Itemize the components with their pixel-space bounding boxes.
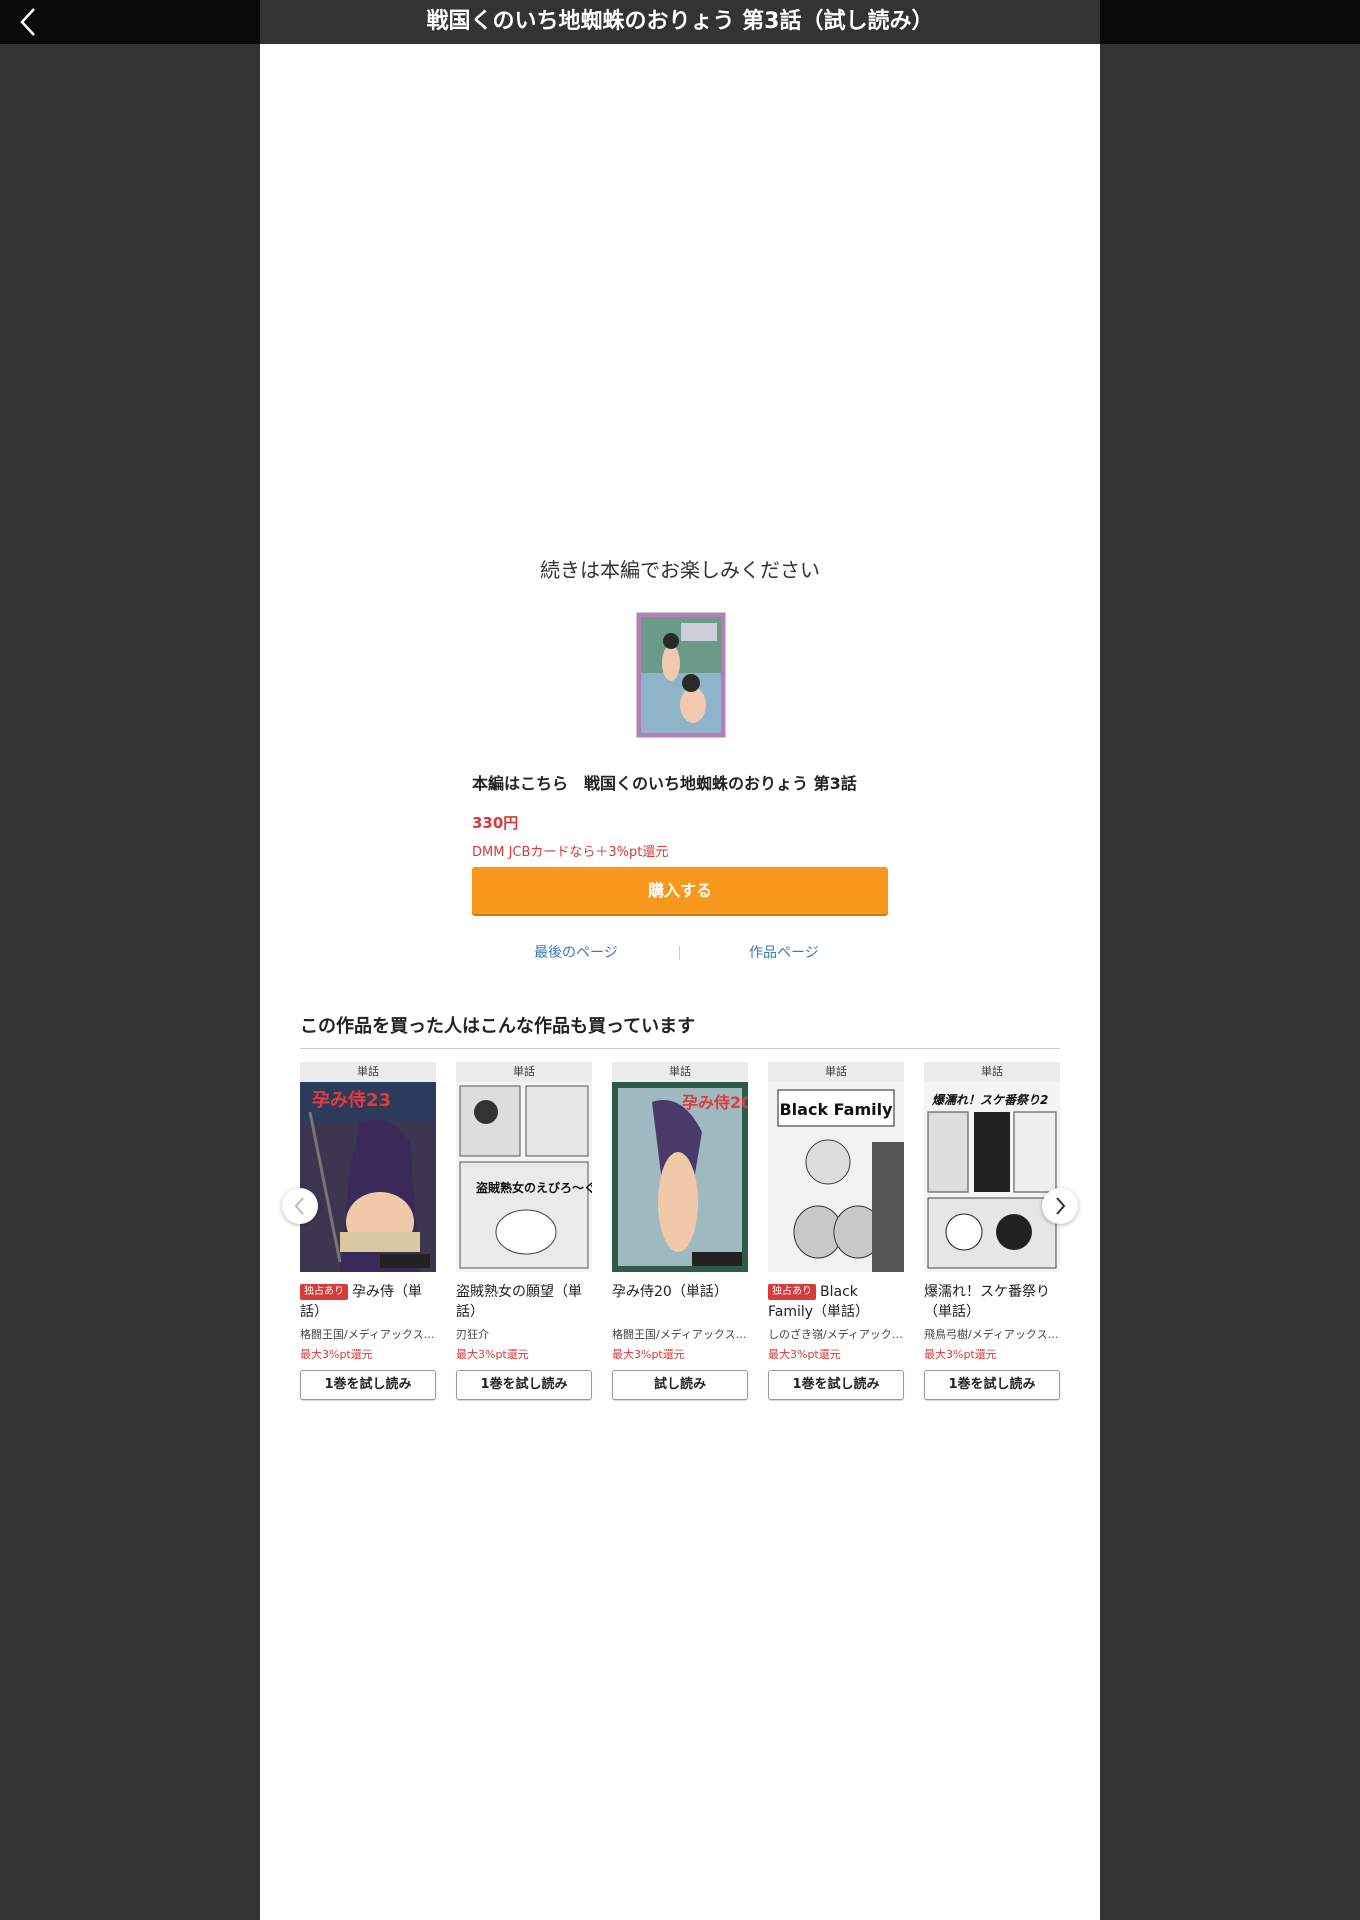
card-cover-image[interactable]: Black Family — [768, 1082, 904, 1272]
work-page-link[interactable]: 作品ページ — [749, 942, 819, 962]
card-cover-image[interactable]: 盗賊熟女のえびろ～ぐ — [456, 1082, 592, 1272]
card-title[interactable]: 孕み侍20（単話） — [612, 1282, 748, 1322]
trial-read-button[interactable]: 1巻を試し読み — [768, 1370, 904, 1400]
recommendation-card[interactable]: 単話 盗賊熟女のえびろ～ぐ 盗賊熟女の願望（単話） 刃狂介 最大3%pt還元 1… — [456, 1062, 592, 1400]
card-type-label: 単話 — [300, 1062, 436, 1082]
end-links: 最後のページ 作品ページ — [472, 942, 888, 966]
cover-title-text: 爆濡れ！スケ番祭り2 — [931, 1093, 1048, 1107]
trial-read-button[interactable]: 試し読み — [612, 1370, 748, 1400]
recommendations-heading: この作品を買った人はこんな作品も買っています — [300, 1012, 1060, 1049]
card-title[interactable]: 独占あり Black Family（単話） — [768, 1282, 904, 1322]
card-type-label: 単話 — [456, 1062, 592, 1082]
continue-message: 続きは本編でお楽しみください — [540, 558, 820, 582]
card-point: 最大3%pt還元 — [924, 1348, 997, 1361]
card-title-text: 孕み侍20（単話） — [612, 1284, 728, 1300]
card-point: 最大3%pt還元 — [300, 1348, 373, 1361]
carousel-next-button[interactable] — [1042, 1188, 1078, 1224]
chevron-left-icon — [294, 1197, 304, 1215]
trial-read-button[interactable]: 1巻を試し読み — [924, 1370, 1060, 1400]
top-bar: 戦国くのいち地蜘蛛のおりょう 第3話（試し読み） — [0, 0, 1360, 44]
last-page-link[interactable]: 最後のページ — [534, 942, 618, 962]
product-cover-image[interactable] — [636, 612, 726, 738]
trial-read-button[interactable]: 1巻を試し読み — [300, 1370, 436, 1400]
card-type-label: 単話 — [612, 1062, 748, 1082]
card-cover-image[interactable]: 孕み侍23 — [300, 1082, 436, 1272]
card-title-text: 爆濡れ！スケ番祭り（単話） — [924, 1284, 1050, 1320]
card-author[interactable]: 格闘王国/メディアックス… — [612, 1326, 748, 1342]
carousel-prev-button[interactable] — [282, 1188, 318, 1224]
cover-title-text: 孕み侍20 — [682, 1093, 748, 1112]
link-divider — [679, 946, 680, 960]
card-type-label: 単話 — [768, 1062, 904, 1082]
product-info: 本編はこちら 戦国くのいち地蜘蛛のおりょう 第3話 330円 DMM JCBカー… — [472, 770, 888, 860]
recommendation-card[interactable]: 単話 孕み侍20 孕み侍20（単話） 格闘王国/メディアックス… 最大3%pt還… — [612, 1062, 748, 1400]
card-title[interactable]: 盗賊熟女の願望（単話） — [456, 1282, 592, 1322]
card-author[interactable]: しのざき嶺/メディアック… — [768, 1326, 904, 1342]
card-point: 最大3%pt還元 — [612, 1348, 685, 1361]
card-point: 最大3%pt還元 — [456, 1348, 529, 1361]
recommendation-card[interactable]: 単話 爆濡れ！スケ番祭り2 爆濡れ！スケ番祭り（単話） 飛鳥弓樹/メディアックス… — [924, 1062, 1060, 1400]
card-author[interactable]: 格闘王国/メディアックス… — [300, 1326, 436, 1342]
exclusive-badge: 独占あり — [768, 1284, 816, 1300]
card-title[interactable]: 爆濡れ！スケ番祭り（単話） — [924, 1282, 1060, 1322]
viewer-panel: 続きは本編でお楽しみください 本編はこちら 戦国くのいち地蜘蛛のおりょう 第3話… — [260, 44, 1100, 1920]
trial-read-button[interactable]: 1巻を試し読み — [456, 1370, 592, 1400]
card-type-label: 単話 — [924, 1062, 1060, 1082]
card-author[interactable]: 飛鳥弓樹/メディアックス… — [924, 1326, 1060, 1342]
cover-title-text: 盗賊熟女のえびろ～ぐ — [476, 1180, 592, 1195]
card-point: 最大3%pt還元 — [768, 1348, 841, 1361]
recommendation-carousel: 単話 孕み侍23 独占あり 孕み侍（単話） 格闘王国/メディアックス… 最大3%p… — [300, 1062, 1060, 1422]
product-name: 本編はこちら 戦国くのいち地蜘蛛のおりょう 第3話 — [472, 774, 857, 793]
card-title-text: 盗賊熟女の願望（単話） — [456, 1284, 582, 1320]
card-author[interactable]: 刃狂介 — [456, 1326, 592, 1342]
cover-title-text: Black Family — [779, 1100, 893, 1119]
card-cover-image[interactable]: 爆濡れ！スケ番祭り2 — [924, 1082, 1060, 1272]
card-cover-image[interactable]: 孕み侍20 — [612, 1082, 748, 1272]
chevron-right-icon — [1056, 1197, 1066, 1215]
page-title: 戦国くのいち地蜘蛛のおりょう 第3話（試し読み） — [426, 9, 934, 34]
back-button[interactable] — [14, 6, 46, 38]
card-title[interactable]: 独占あり 孕み侍（単話） — [300, 1282, 436, 1322]
point-note: DMM JCBカードなら＋3%pt還元 — [472, 845, 669, 860]
chevron-left-icon — [20, 8, 35, 36]
recommendation-card[interactable]: 単話 Black Family 独占あり Black Family（単話） しのざ… — [768, 1062, 904, 1400]
product-price: 330円 — [472, 814, 519, 832]
cover-title-text: 孕み侍23 — [312, 1090, 391, 1111]
buy-button[interactable]: 購入する — [472, 867, 888, 914]
recommendation-card[interactable]: 単話 孕み侍23 独占あり 孕み侍（単話） 格闘王国/メディアックス… 最大3%p… — [300, 1062, 436, 1400]
exclusive-badge: 独占あり — [300, 1284, 348, 1300]
